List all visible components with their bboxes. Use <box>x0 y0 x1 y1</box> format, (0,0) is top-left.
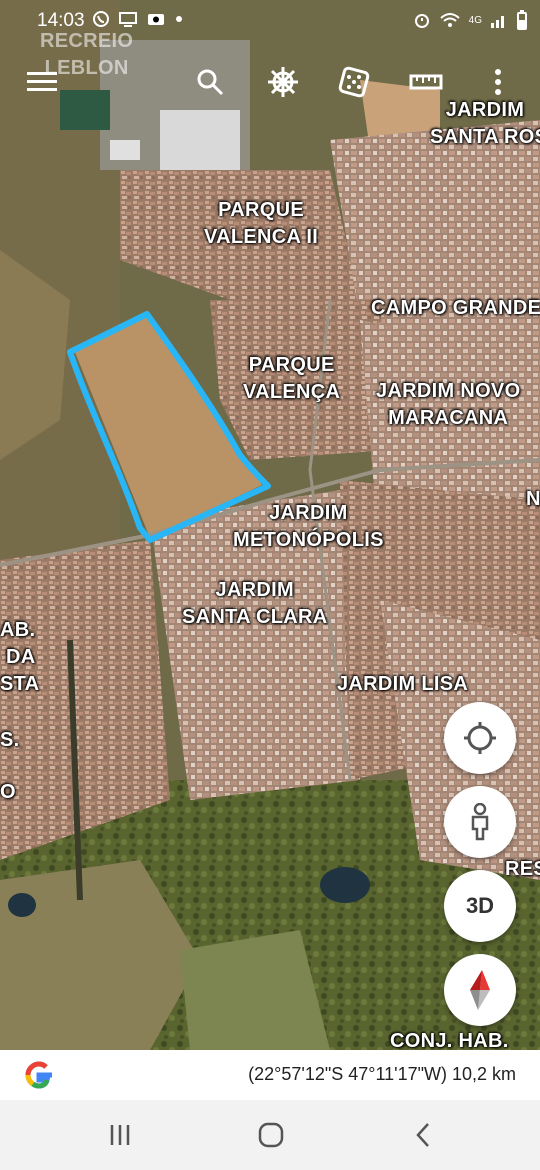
pegman-icon <box>471 803 489 841</box>
map-label-conj-hab: CONJ. HAB. <box>390 1030 509 1050</box>
map-label-hab-da-sta: AB. DA STA <box>0 619 40 695</box>
info-bar: (22°57'12"S 47°11'17"W) 10,2 km <box>0 1050 540 1100</box>
system-nav-bar <box>0 1100 540 1170</box>
more-button[interactable] <box>478 62 518 102</box>
home-icon <box>258 1122 284 1148</box>
map-label-s: S. <box>0 729 20 751</box>
map-label-n: N <box>526 488 540 510</box>
measure-button[interactable] <box>406 62 446 102</box>
compass-button[interactable] <box>444 954 516 1026</box>
street-view-button[interactable] <box>444 786 516 858</box>
google-g-logo <box>25 1061 52 1089</box>
home-button[interactable] <box>251 1118 291 1152</box>
status-bar: 14:03 4G <box>0 0 540 40</box>
compass-icon <box>470 970 490 1010</box>
crosshair-icon <box>464 722 496 754</box>
map-label-jardim-lisa: JARDIM LISA <box>337 673 469 695</box>
feeling-lucky-dice-icon <box>338 66 370 98</box>
3d-toggle-button[interactable]: 3D <box>444 870 516 942</box>
recent-apps-button[interactable] <box>100 1118 140 1152</box>
voyager-wheel-icon <box>268 67 298 97</box>
whatsapp-icon <box>93 11 109 27</box>
recent-apps-icon <box>110 1125 130 1145</box>
camera-icon <box>148 14 164 25</box>
wifi-icon <box>439 13 460 27</box>
signal-icon <box>491 16 504 28</box>
menu-button[interactable] <box>22 62 62 102</box>
voyager-button[interactable] <box>263 62 303 102</box>
map-label-jardim-novo-maracana: JARDIM NOVO MARACANA <box>376 380 521 429</box>
back-button[interactable] <box>403 1118 443 1152</box>
menu-icon <box>27 72 57 91</box>
coordinates-readout: (22°57'12"S 47°11'17"W) 10,2 km <box>248 1064 516 1084</box>
search-button[interactable] <box>190 62 230 102</box>
map-label-parque-valenca: PARQUE VALENÇA <box>243 354 341 403</box>
measure-ruler-icon <box>409 74 443 90</box>
map-label-campo-grande: CAMPO GRANDE <box>371 297 540 319</box>
battery-icon <box>517 10 527 30</box>
map-label-jardim-santa-rosa: JARDIM SANTA ROS <box>430 99 540 148</box>
map-label-jardim-santa-clara: JARDIM SANTA CLARA <box>182 579 328 628</box>
map-label-res: RES <box>505 858 540 880</box>
cast-icon <box>119 12 137 27</box>
3d-label: 3D <box>465 893 495 918</box>
feeling-lucky-button[interactable] <box>334 62 374 102</box>
map-label-parque-valenca-ii: PARQUE VALENCA II <box>204 199 319 248</box>
locate-button[interactable] <box>444 702 516 774</box>
map-label-jardim-metonopolis: JARDIM METONÓPOLIS <box>233 502 384 551</box>
search-icon <box>197 69 224 96</box>
dot-icon <box>176 16 182 22</box>
network-type: 4G <box>468 14 482 26</box>
status-time: 14:03 <box>37 10 85 31</box>
map-label-o: O <box>0 781 16 803</box>
back-icon <box>416 1123 429 1147</box>
alarm-icon <box>414 14 429 28</box>
more-vert-icon <box>495 69 501 95</box>
